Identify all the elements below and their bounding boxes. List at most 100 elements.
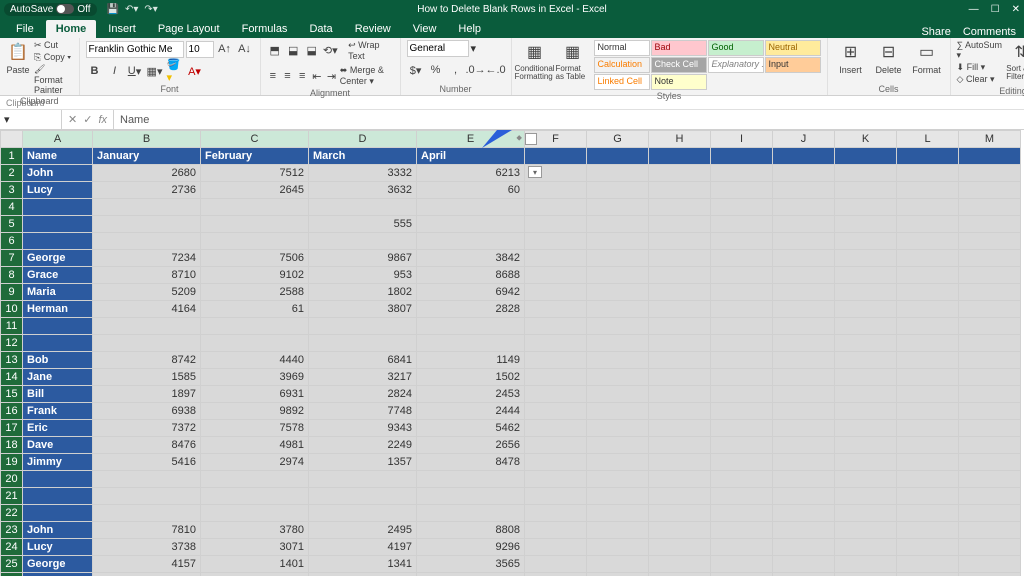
cell[interactable] — [649, 352, 711, 369]
cell[interactable]: 3738 — [93, 539, 201, 556]
cell[interactable] — [711, 165, 773, 182]
cell[interactable] — [959, 454, 1021, 471]
cell[interactable]: 3071 — [201, 539, 309, 556]
tab-home[interactable]: Home — [46, 20, 97, 38]
undo-icon[interactable]: ↶▾ — [125, 4, 138, 15]
cell[interactable] — [835, 556, 897, 573]
cell[interactable] — [23, 318, 93, 335]
indent-left-icon[interactable]: ⇤ — [310, 67, 323, 85]
cell[interactable] — [897, 352, 959, 369]
cell[interactable] — [649, 573, 711, 576]
cell[interactable]: Grace — [23, 267, 93, 284]
cell[interactable]: 1235 — [417, 573, 525, 576]
cell[interactable] — [835, 182, 897, 199]
cell[interactable] — [711, 352, 773, 369]
cell[interactable] — [773, 471, 835, 488]
cell[interactable] — [959, 556, 1021, 573]
cell[interactable] — [897, 505, 959, 522]
cancel-formula-icon[interactable]: ✕ — [68, 113, 77, 126]
cell[interactable]: 60 — [417, 182, 525, 199]
cell[interactable] — [711, 386, 773, 403]
style-good[interactable]: Good — [708, 40, 764, 56]
cell[interactable]: 8476 — [93, 437, 201, 454]
row-header-3[interactable]: 3 — [1, 182, 23, 199]
cell[interactable] — [835, 216, 897, 233]
cell[interactable] — [711, 199, 773, 216]
cell[interactable]: 6931 — [201, 386, 309, 403]
cell[interactable] — [773, 165, 835, 182]
style-neutral[interactable]: Neutral — [765, 40, 821, 56]
cell[interactable]: 2588 — [201, 284, 309, 301]
align-right-icon[interactable]: ≡ — [296, 67, 309, 85]
cell[interactable]: Name — [23, 148, 93, 165]
column-header-G[interactable]: G — [587, 131, 649, 148]
cell[interactable] — [773, 148, 835, 165]
cell[interactable]: Dave — [23, 437, 93, 454]
cell[interactable] — [897, 573, 959, 576]
column-header-K[interactable]: K — [835, 131, 897, 148]
cell[interactable]: 2824 — [309, 386, 417, 403]
style-linked-cell[interactable]: Linked Cell — [594, 74, 650, 90]
cell[interactable]: 2828 — [417, 301, 525, 318]
cell[interactable] — [417, 216, 525, 233]
cell[interactable] — [649, 403, 711, 420]
cell[interactable] — [835, 420, 897, 437]
cell[interactable] — [587, 335, 649, 352]
row-header-5[interactable]: 5 — [1, 216, 23, 233]
cell[interactable]: 3807 — [309, 301, 417, 318]
cell[interactable] — [835, 471, 897, 488]
cell[interactable]: 2680 — [93, 165, 201, 182]
cell[interactable] — [525, 318, 587, 335]
cell[interactable]: 3780 — [201, 522, 309, 539]
cell[interactable] — [649, 216, 711, 233]
cell[interactable] — [959, 539, 1021, 556]
cell[interactable]: 3565 — [417, 556, 525, 573]
cell[interactable] — [649, 148, 711, 165]
cell[interactable] — [525, 335, 587, 352]
cell[interactable] — [773, 420, 835, 437]
cell[interactable]: 2249 — [309, 437, 417, 454]
maximize-icon[interactable]: ☐ — [991, 4, 1000, 15]
cell[interactable] — [417, 505, 525, 522]
row-header-19[interactable]: 19 — [1, 454, 23, 471]
cell[interactable] — [587, 199, 649, 216]
cell[interactable]: 2974 — [201, 454, 309, 471]
cell[interactable] — [773, 352, 835, 369]
cell[interactable] — [649, 454, 711, 471]
cell[interactable] — [773, 369, 835, 386]
cell[interactable] — [773, 267, 835, 284]
column-header-A[interactable]: A — [23, 131, 93, 148]
cell[interactable] — [649, 284, 711, 301]
cell[interactable] — [587, 454, 649, 471]
cell[interactable]: Lucy — [23, 539, 93, 556]
cell[interactable] — [587, 573, 649, 576]
cell[interactable] — [587, 301, 649, 318]
cell[interactable]: John — [23, 522, 93, 539]
tab-view[interactable]: View — [403, 20, 447, 38]
cell[interactable]: 2645 — [201, 182, 309, 199]
cell[interactable]: George — [23, 250, 93, 267]
cell[interactable] — [525, 539, 587, 556]
cell[interactable] — [649, 165, 711, 182]
cell[interactable] — [525, 250, 587, 267]
cell[interactable] — [649, 420, 711, 437]
cell[interactable]: March — [309, 148, 417, 165]
cell[interactable] — [417, 471, 525, 488]
cell[interactable] — [649, 556, 711, 573]
cell[interactable] — [897, 369, 959, 386]
cell[interactable] — [711, 454, 773, 471]
cell[interactable] — [959, 335, 1021, 352]
cell[interactable]: 4440 — [201, 352, 309, 369]
cell[interactable] — [201, 216, 309, 233]
percent-icon[interactable]: % — [427, 61, 445, 79]
row-header-11[interactable]: 11 — [1, 318, 23, 335]
column-header-H[interactable]: H — [649, 131, 711, 148]
cell[interactable] — [835, 233, 897, 250]
cell[interactable]: 6942 — [417, 284, 525, 301]
cell[interactable] — [959, 573, 1021, 576]
cell[interactable] — [711, 420, 773, 437]
cell[interactable] — [525, 420, 587, 437]
orientation-icon[interactable]: ⟲▾ — [322, 42, 339, 60]
cell[interactable] — [711, 267, 773, 284]
cell[interactable] — [309, 488, 417, 505]
